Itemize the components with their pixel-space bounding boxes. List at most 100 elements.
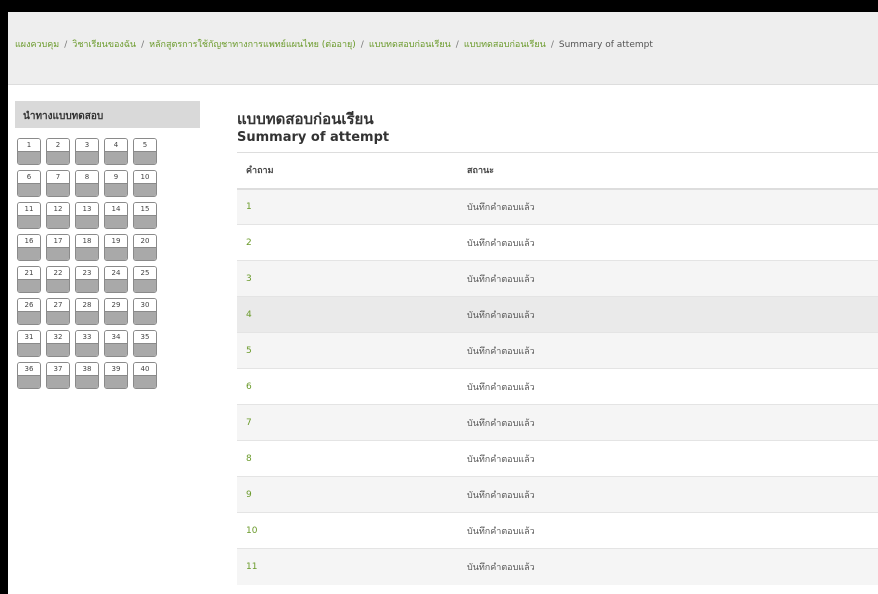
quiz-nav-button-26[interactable]: 26: [17, 298, 41, 325]
status-text: บันทึกคำตอบแล้ว: [467, 562, 535, 573]
quiz-nav-button-number: 19: [105, 235, 127, 248]
answer-saved-indicator: [76, 312, 98, 324]
breadcrumb-separator: /: [360, 40, 364, 50]
quiz-nav-button-30[interactable]: 30: [133, 298, 157, 325]
answer-saved-indicator: [18, 184, 40, 196]
question-link[interactable]: 3: [246, 274, 252, 284]
breadcrumb-my-courses-link[interactable]: วิชาเรียนของฉัน: [72, 40, 136, 50]
breadcrumb-quiz-link[interactable]: แบบทดสอบก่อนเรียน: [464, 40, 546, 50]
quiz-nav-button-37[interactable]: 37: [46, 362, 70, 389]
question-link[interactable]: 4: [246, 310, 252, 320]
answer-saved-indicator: [47, 376, 69, 388]
quiz-nav-button-15[interactable]: 15: [133, 202, 157, 229]
status-cell: บันทึกคำตอบแล้ว: [467, 548, 878, 585]
quiz-nav-button-22[interactable]: 22: [46, 266, 70, 293]
quiz-nav-button-3[interactable]: 3: [75, 138, 99, 165]
quiz-nav-button-12[interactable]: 12: [46, 202, 70, 229]
quiz-nav-button-13[interactable]: 13: [75, 202, 99, 229]
table-row: 8 บันทึกคำตอบแล้ว: [237, 440, 878, 477]
quiz-nav-button-number: 22: [47, 267, 69, 280]
question-link[interactable]: 9: [246, 490, 252, 500]
quiz-nav-button-8[interactable]: 8: [75, 170, 99, 197]
answer-saved-indicator: [134, 216, 156, 228]
quiz-nav-button-number: 39: [105, 363, 127, 376]
status-cell: บันทึกคำตอบแล้ว: [467, 440, 878, 477]
question-link[interactable]: 1: [246, 202, 252, 212]
page-subtitle: Summary of attempt: [237, 130, 390, 145]
quiz-nav-button-18[interactable]: 18: [75, 234, 99, 261]
breadcrumb: แผงควบคุม / วิชาเรียนของฉัน / หลักสูตรการใช้…: [15, 37, 653, 51]
answer-saved-indicator: [134, 312, 156, 324]
quiz-nav-button-number: 14: [105, 203, 127, 216]
quiz-nav-button-32[interactable]: 32: [46, 330, 70, 357]
question-link[interactable]: 2: [246, 238, 252, 248]
column-header-status: สถานะ: [467, 152, 878, 190]
quiz-nav-button-39[interactable]: 39: [104, 362, 128, 389]
quiz-nav-button-number: 15: [134, 203, 156, 216]
quiz-nav-button-14[interactable]: 14: [104, 202, 128, 229]
answer-saved-indicator: [18, 248, 40, 260]
quiz-nav-button-1[interactable]: 1: [17, 138, 41, 165]
breadcrumb-section-link[interactable]: แบบทดสอบก่อนเรียน: [369, 40, 451, 50]
quiz-nav-button-20[interactable]: 20: [133, 234, 157, 261]
quiz-nav-button-28[interactable]: 28: [75, 298, 99, 325]
quiz-nav-button-38[interactable]: 38: [75, 362, 99, 389]
answer-saved-indicator: [18, 376, 40, 388]
status-cell: บันทึกคำตอบแล้ว: [467, 368, 878, 405]
quiz-nav-button-21[interactable]: 21: [17, 266, 41, 293]
quiz-nav-button-11[interactable]: 11: [17, 202, 41, 229]
answer-saved-indicator: [76, 376, 98, 388]
quiz-nav-button-17[interactable]: 17: [46, 234, 70, 261]
table-row: 6 บันทึกคำตอบแล้ว: [237, 368, 878, 405]
question-link[interactable]: 6: [246, 382, 252, 392]
quiz-nav-button-9[interactable]: 9: [104, 170, 128, 197]
quiz-nav-button-25[interactable]: 25: [133, 266, 157, 293]
quiz-nav-button-16[interactable]: 16: [17, 234, 41, 261]
quiz-nav-button-number: 29: [105, 299, 127, 312]
answer-saved-indicator: [105, 312, 127, 324]
quiz-nav-button-23[interactable]: 23: [75, 266, 99, 293]
question-cell: 9: [237, 476, 467, 513]
question-link[interactable]: 10: [246, 526, 257, 536]
table-row: 10 บันทึกคำตอบแล้ว: [237, 512, 878, 549]
quiz-nav-button-number: 35: [134, 331, 156, 344]
question-link[interactable]: 7: [246, 418, 252, 428]
question-link[interactable]: 8: [246, 454, 252, 464]
table-row: 4 บันทึกคำตอบแล้ว: [237, 296, 878, 333]
quiz-nav-button-number: 38: [76, 363, 98, 376]
breadcrumb-course-link[interactable]: หลักสูตรการใช้กัญชาทางการแพทย์แผนไทย (ต่…: [149, 40, 356, 50]
quiz-nav-button-number: 23: [76, 267, 98, 280]
quiz-nav-button-34[interactable]: 34: [104, 330, 128, 357]
breadcrumb-dashboard-link[interactable]: แผงควบคุม: [15, 40, 59, 50]
quiz-nav-button-35[interactable]: 35: [133, 330, 157, 357]
quiz-nav-button-19[interactable]: 19: [104, 234, 128, 261]
quiz-nav-button-number: 27: [47, 299, 69, 312]
answer-saved-indicator: [18, 344, 40, 356]
table-row: 11 บันทึกคำตอบแล้ว: [237, 548, 878, 585]
quiz-nav-button-31[interactable]: 31: [17, 330, 41, 357]
quiz-nav-button-number: 8: [76, 171, 98, 184]
quiz-nav-button-5[interactable]: 5: [133, 138, 157, 165]
quiz-nav-button-6[interactable]: 6: [17, 170, 41, 197]
quiz-nav-button-27[interactable]: 27: [46, 298, 70, 325]
quiz-nav-button-24[interactable]: 24: [104, 266, 128, 293]
quiz-nav-button-33[interactable]: 33: [75, 330, 99, 357]
question-link[interactable]: 11: [246, 562, 257, 572]
quiz-navigation-title: นำทางแบบทดสอบ: [15, 101, 200, 128]
quiz-nav-button-29[interactable]: 29: [104, 298, 128, 325]
quiz-nav-button-4[interactable]: 4: [104, 138, 128, 165]
quiz-nav-button-10[interactable]: 10: [133, 170, 157, 197]
quiz-nav-button-number: 28: [76, 299, 98, 312]
table-body: 1 บันทึกคำตอบแล้ว 2 บันทึกคำตอบแล้ว 3 บันทึกค…: [237, 188, 878, 585]
status-text: บันทึกคำตอบแล้ว: [467, 382, 535, 393]
quiz-nav-button-7[interactable]: 7: [46, 170, 70, 197]
quiz-nav-button-2[interactable]: 2: [46, 138, 70, 165]
status-text: บันทึกคำตอบแล้ว: [467, 202, 535, 213]
breadcrumb-separator: /: [455, 40, 459, 50]
table-row: 7 บันทึกคำตอบแล้ว: [237, 404, 878, 441]
status-text: บันทึกคำตอบแล้ว: [467, 274, 535, 285]
quiz-nav-button-36[interactable]: 36: [17, 362, 41, 389]
question-link[interactable]: 5: [246, 346, 252, 356]
quiz-nav-button-40[interactable]: 40: [133, 362, 157, 389]
answer-saved-indicator: [105, 376, 127, 388]
